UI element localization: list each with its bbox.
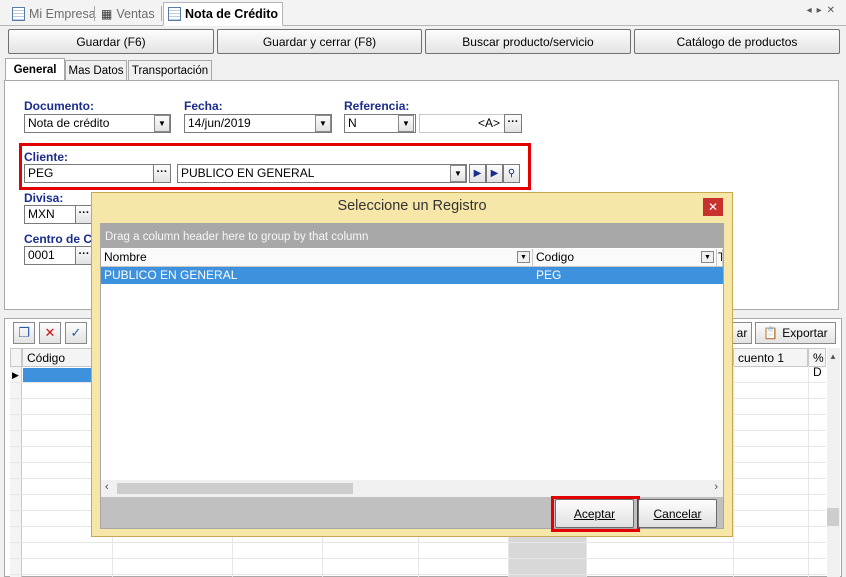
edit-client-icon[interactable]: ▶	[486, 164, 503, 183]
document-icon	[12, 7, 25, 21]
export-button[interactable]: 📋 Exportar	[755, 322, 836, 344]
scroll-right-icon[interactable]: ›	[714, 481, 718, 493]
chevron-down-icon[interactable]: ▼	[450, 165, 466, 182]
column-codigo[interactable]: Código	[22, 348, 92, 367]
save-button[interactable]: Guardar (F6)	[8, 29, 214, 54]
dialog-grid: Drag a column header here to group by th…	[100, 223, 724, 529]
scroll-thumb[interactable]	[827, 508, 839, 526]
scroll-left-icon[interactable]: ‹	[105, 481, 109, 493]
column-descuento[interactable]: cuento 1	[733, 348, 808, 367]
current-row-arrow-icon: ▶	[12, 370, 19, 380]
grid-line	[808, 366, 809, 577]
cliente-label: Cliente:	[24, 150, 69, 164]
tab-nota-de-credito[interactable]: Nota de Crédito	[163, 2, 284, 26]
documento-label: Documento:	[24, 99, 94, 113]
fecha-label: Fecha:	[184, 99, 223, 113]
column-label: Codigo	[536, 250, 575, 264]
column-pct-descuento[interactable]: % D	[808, 348, 826, 379]
referencia-extra-field[interactable]: <A>	[419, 114, 505, 133]
vertical-scrollbar[interactable]	[827, 348, 840, 577]
divisa-input[interactable]: MXN	[24, 205, 76, 224]
chevron-down-icon[interactable]: ▼	[398, 115, 414, 132]
centro-label: Centro de C	[24, 232, 93, 246]
column-t[interactable]: T	[717, 249, 723, 267]
shaded-column	[508, 537, 586, 577]
tab-separator	[161, 6, 162, 21]
close-icon[interactable]: ✕	[703, 198, 723, 216]
centro-input[interactable]: 0001	[24, 246, 76, 265]
document-tab-bar: Mi Empresa ▦ Ventas Nota de Crédito ◂▸✕	[0, 0, 846, 26]
row-indicator-header	[10, 348, 22, 367]
import-button[interactable]: ar	[732, 322, 752, 344]
tab-mi-empresa[interactable]: Mi Empresa	[8, 3, 100, 25]
selected-cell[interactable]	[23, 368, 92, 382]
column-nombre[interactable]: Nombre ▼	[101, 249, 533, 267]
tab-label: Nota de Crédito	[185, 7, 279, 21]
tab-label: Mi Empresa	[29, 7, 96, 21]
copy-icon[interactable]: ❐	[13, 322, 35, 344]
cell-codigo: PEG	[536, 268, 562, 282]
tab-general[interactable]: General	[5, 58, 65, 81]
referencia-label: Referencia:	[344, 99, 410, 113]
search-product-button[interactable]: Buscar producto/servicio	[425, 29, 631, 54]
cell-nombre: PUBLICO EN GENERAL	[104, 268, 238, 282]
documento-select[interactable]: Nota de crédito	[24, 114, 171, 133]
tab-nav-arrows[interactable]: ◂▸✕	[807, 5, 840, 16]
divisa-label: Divisa:	[24, 191, 64, 205]
add-client-icon[interactable]: ▶	[469, 164, 486, 183]
check-icon[interactable]: ✓	[65, 322, 87, 344]
group-by-panel[interactable]: Drag a column header here to group by th…	[101, 224, 723, 248]
table-row[interactable]: PUBLICO EN GENERAL PEG	[101, 267, 723, 284]
filter-dropdown-icon[interactable]: ▼	[517, 251, 530, 263]
grid-icon: ▦	[101, 7, 113, 21]
tab-label: Ventas	[116, 7, 155, 21]
delete-icon[interactable]: ✕	[39, 322, 61, 344]
document-icon	[168, 7, 181, 21]
column-label: Nombre	[104, 250, 147, 264]
ellipsis-icon[interactable]: ···	[504, 114, 522, 133]
chevron-down-icon[interactable]: ▼	[154, 115, 170, 132]
export-icon: 📋	[763, 326, 779, 340]
tab-ventas[interactable]: ▦ Ventas	[97, 3, 159, 25]
scroll-up-icon[interactable]: ▲	[829, 352, 837, 361]
column-codigo[interactable]: Codigo ▼	[533, 249, 717, 267]
scroll-thumb[interactable]	[117, 483, 353, 494]
cliente-code-input[interactable]: PEG	[24, 164, 154, 183]
product-catalog-button[interactable]: Catálogo de productos	[634, 29, 840, 54]
tab-mas-datos[interactable]: Mas Datos	[65, 60, 127, 80]
tab-transportacion[interactable]: Transportación	[128, 60, 212, 80]
horizontal-scrollbar[interactable]: ‹ ›	[101, 480, 723, 497]
tab-separator	[94, 6, 95, 21]
select-record-dialog: Seleccione un Registro ✕ Drag a column h…	[91, 192, 733, 537]
cancel-button[interactable]: Cancelar	[638, 499, 717, 528]
magnifier-icon[interactable]: ⚲	[503, 164, 520, 183]
chevron-down-icon[interactable]: ▼	[315, 115, 331, 132]
export-label: Exportar	[782, 326, 828, 340]
dialog-title: Seleccione un Registro	[337, 198, 487, 214]
ellipsis-icon[interactable]: ···	[153, 164, 171, 183]
filter-dropdown-icon[interactable]: ▼	[701, 251, 714, 263]
grid-line	[733, 366, 734, 577]
accept-button[interactable]: Aceptar	[555, 499, 634, 528]
save-close-button[interactable]: Guardar y cerrar (F8)	[217, 29, 422, 54]
fecha-input[interactable]: 14/jun/2019	[184, 114, 332, 133]
cliente-name-select[interactable]: PUBLICO EN GENERAL	[177, 164, 467, 183]
